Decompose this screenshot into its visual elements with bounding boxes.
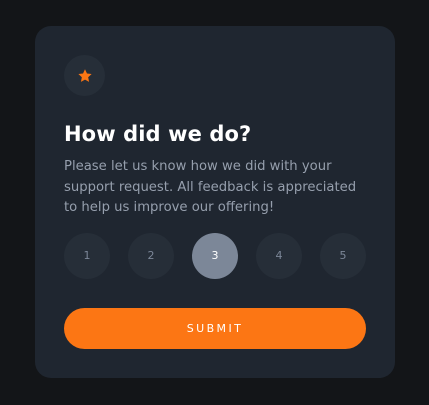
rating-2-button[interactable]: 2: [128, 233, 174, 279]
star-badge: [64, 55, 105, 96]
submit-button[interactable]: SUBMIT: [64, 308, 366, 349]
rating-3-button[interactable]: 3: [192, 233, 238, 279]
rating-5-button[interactable]: 5: [320, 233, 366, 279]
rating-options: 1 2 3 4 5: [64, 233, 366, 279]
page-title: How did we do?: [64, 122, 252, 146]
description-text: Please let us know how we did with your …: [64, 159, 357, 215]
star-icon: [77, 68, 92, 82]
rating-card: How did we do? Please let us know how we…: [35, 26, 395, 378]
rating-4-button[interactable]: 4: [256, 233, 302, 279]
rating-1-button[interactable]: 1: [64, 233, 110, 279]
